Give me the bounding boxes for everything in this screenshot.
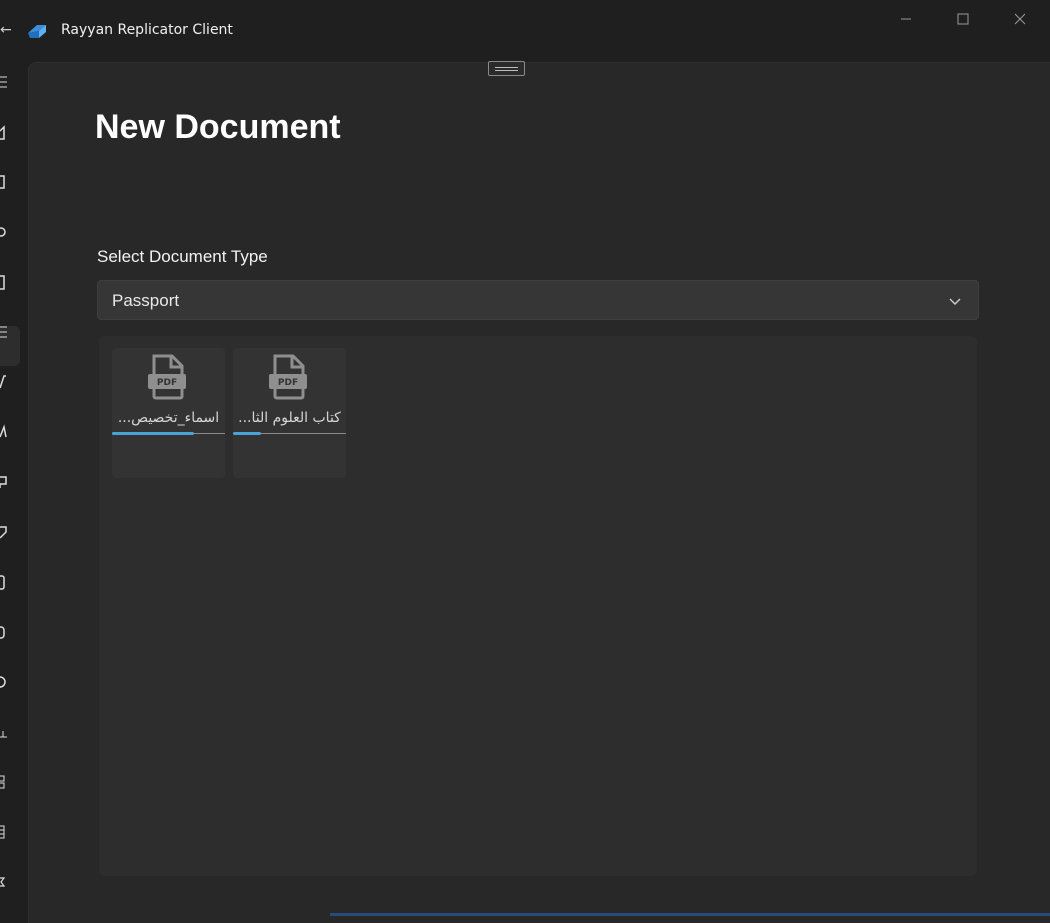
close-icon: [1014, 13, 1026, 25]
file-tile[interactable]: PDF كتاب العلوم الثا...: [233, 348, 346, 478]
edit-icon[interactable]: [0, 373, 12, 391]
table-icon[interactable]: [0, 823, 12, 841]
grid-icon[interactable]: [0, 773, 12, 791]
pdf-file-icon: PDF: [148, 354, 186, 400]
app-logo-icon: [28, 25, 46, 38]
chevron-down-icon: [949, 298, 961, 305]
page-title: New Document: [95, 108, 341, 146]
info-icon[interactable]: [0, 673, 12, 691]
translate-icon[interactable]: [0, 223, 12, 241]
maximize-button[interactable]: [952, 8, 974, 30]
minimize-button[interactable]: [895, 8, 917, 30]
settings-icon[interactable]: [0, 873, 12, 891]
close-button[interactable]: [1009, 8, 1031, 30]
file-list-panel: [99, 336, 977, 876]
navigation-rail: [0, 62, 26, 916]
title-bar: ← Rayyan Replicator Client: [0, 0, 1050, 62]
pdf-file-icon: PDF: [269, 354, 307, 400]
bookmark-icon[interactable]: [0, 573, 12, 591]
list-icon[interactable]: [0, 323, 12, 341]
back-arrow-icon[interactable]: ←: [0, 22, 12, 38]
home-icon[interactable]: [0, 123, 12, 141]
folder-icon[interactable]: [0, 623, 12, 641]
minimize-icon: [901, 18, 911, 20]
app-title: Rayyan Replicator Client: [61, 22, 233, 38]
clipboard-icon[interactable]: [0, 273, 12, 291]
document-type-value: Passport: [112, 291, 180, 310]
svg-text:PDF: PDF: [157, 378, 177, 388]
chat-icon[interactable]: [0, 473, 12, 491]
menu-icon[interactable]: [0, 73, 12, 91]
text-icon[interactable]: [0, 423, 12, 441]
upload-progress-fill: [112, 432, 195, 435]
document-icon[interactable]: [0, 173, 12, 191]
tag-icon[interactable]: [0, 523, 12, 541]
drag-handle[interactable]: [488, 61, 525, 76]
file-name: كتاب العلوم الثا...: [238, 410, 341, 426]
svg-text:PDF: PDF: [278, 378, 298, 388]
upload-progress-fill: [233, 432, 262, 435]
file-name: اسماء_تخصيص...: [117, 410, 220, 426]
document-type-label: Select Document Type: [97, 247, 268, 266]
chart-icon[interactable]: [0, 723, 12, 741]
file-tile[interactable]: PDF اسماء_تخصيص...: [112, 348, 225, 478]
maximize-icon: [957, 13, 969, 25]
document-type-select[interactable]: Passport: [97, 280, 979, 320]
